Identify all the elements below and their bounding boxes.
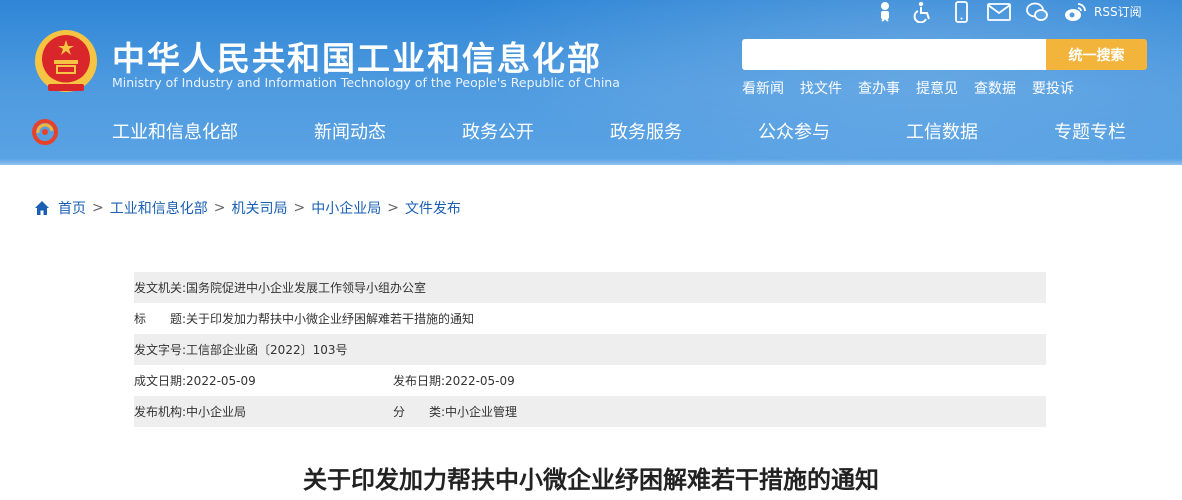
category-label: 分 类:	[393, 405, 446, 419]
breadcrumb-ministry[interactable]: 工业和信息化部	[110, 198, 208, 218]
nav-item-public-participation[interactable]: 公众参与	[758, 113, 830, 153]
breadcrumb-publications[interactable]: 文件发布	[405, 198, 461, 218]
mail-icon[interactable]	[980, 0, 1018, 24]
breadcrumb-sme-bureau[interactable]: 中小企业局	[311, 198, 381, 218]
created-date-cell: 成文日期: 2022-05-09	[134, 372, 393, 389]
quick-link-files[interactable]: 找文件	[800, 78, 842, 98]
published-date-cell: 发布日期: 2022-05-09	[393, 372, 515, 389]
rss-link[interactable]: RSS订阅	[1094, 0, 1142, 22]
nav-item-ministry[interactable]: 工业和信息化部	[112, 113, 238, 153]
mobile-icon[interactable]	[942, 0, 980, 24]
national-emblem-icon	[35, 30, 97, 92]
wechat-icon[interactable]	[1018, 0, 1056, 24]
org-cell: 发布机构: 中小企业局	[134, 403, 393, 420]
title-label: 标 题:	[134, 312, 187, 326]
home-icon	[35, 201, 49, 215]
document-title: 关于印发加力帮扶中小微企业纾困解难若干措施的通知	[303, 466, 879, 494]
site-title: 中华人民共和国工业和信息化部	[112, 39, 602, 78]
elderly-mode-icon[interactable]	[866, 0, 904, 24]
site-header: 中华人民共和国工业和信息化部 Ministry of Industry and …	[0, 0, 1182, 165]
category-value: 中小企业管理	[445, 405, 518, 419]
nav-item-data[interactable]: 工信数据	[906, 113, 978, 153]
quick-link-services[interactable]: 查办事	[858, 78, 900, 98]
published-date-label: 发布日期:	[393, 374, 446, 388]
rss-label: RSS订阅	[1094, 4, 1142, 19]
breadcrumb: 首页 > 工业和信息化部 > 机关司局 > 中小企业局 > 文件发布	[34, 198, 461, 218]
breadcrumb-departments[interactable]: 机关司局	[231, 198, 287, 218]
meta-row-issuer: 发文机关: 国务院促进中小企业发展工作领导小组办公室	[134, 272, 1046, 303]
breadcrumb-separator: >	[387, 200, 399, 216]
breadcrumb-separator: >	[293, 200, 306, 216]
breadcrumb-separator: >	[92, 200, 104, 216]
published-date-value: 2022-05-09	[445, 373, 515, 388]
doc-number-value: 工信部企业函〔2022〕103号	[186, 343, 348, 357]
org-value: 中小企业局	[186, 405, 247, 419]
nav-logo-icon	[32, 119, 58, 145]
document-metadata: 发文机关: 国务院促进中小企业发展工作领导小组办公室 标 题: 关于印发加力帮扶…	[134, 272, 1046, 427]
weibo-icon[interactable]	[1056, 0, 1094, 24]
accessibility-icon[interactable]	[904, 0, 942, 24]
org-label: 发布机构:	[134, 405, 187, 419]
quick-link-news[interactable]: 看新闻	[742, 78, 784, 98]
meta-row-dates: 成文日期: 2022-05-09 发布日期: 2022-05-09	[134, 365, 1046, 396]
search-input[interactable]	[742, 39, 1048, 70]
nav-item-special-topics[interactable]: 专题专栏	[1054, 113, 1126, 153]
quick-link-feedback[interactable]: 提意见	[916, 78, 958, 98]
main-nav: 工业和信息化部 新闻动态 政务公开 政务服务 公众参与 工信数据 专题专栏	[74, 113, 1182, 153]
created-date-value: 2022-05-09	[186, 373, 256, 388]
meta-row-doc-number: 发文字号: 工信部企业函〔2022〕103号	[134, 334, 1046, 365]
breadcrumb-separator: >	[213, 200, 226, 216]
created-date-label: 成文日期:	[134, 374, 187, 388]
nav-item-news[interactable]: 新闻动态	[314, 113, 386, 153]
quick-links: 看新闻 找文件 查办事 提意见 查数据 要投诉	[742, 78, 1074, 98]
search-button[interactable]: 统一搜索	[1046, 39, 1147, 70]
nav-item-government-affairs[interactable]: 政务公开	[462, 113, 534, 153]
doc-number-label: 发文字号:	[134, 343, 187, 357]
meta-row-title: 标 题: 关于印发加力帮扶中小微企业纾困解难若干措施的通知	[134, 303, 1046, 334]
quick-link-complaints[interactable]: 要投诉	[1032, 78, 1074, 98]
site-subtitle: Ministry of Industry and Information Tec…	[112, 75, 620, 90]
breadcrumb-home[interactable]: 首页	[58, 198, 86, 218]
nav-item-government-services[interactable]: 政务服务	[610, 113, 682, 153]
category-cell: 分 类: 中小企业管理	[393, 403, 517, 420]
quick-link-data[interactable]: 查数据	[974, 78, 1016, 98]
meta-row-org: 发布机构: 中小企业局 分 类: 中小企业管理	[134, 396, 1046, 427]
issuer-label: 发文机关:	[134, 281, 187, 295]
issuer-value: 国务院促进中小企业发展工作领导小组办公室	[186, 281, 427, 295]
top-icon-bar	[866, 0, 1094, 24]
title-value: 关于印发加力帮扶中小微企业纾困解难若干措施的通知	[186, 312, 475, 326]
